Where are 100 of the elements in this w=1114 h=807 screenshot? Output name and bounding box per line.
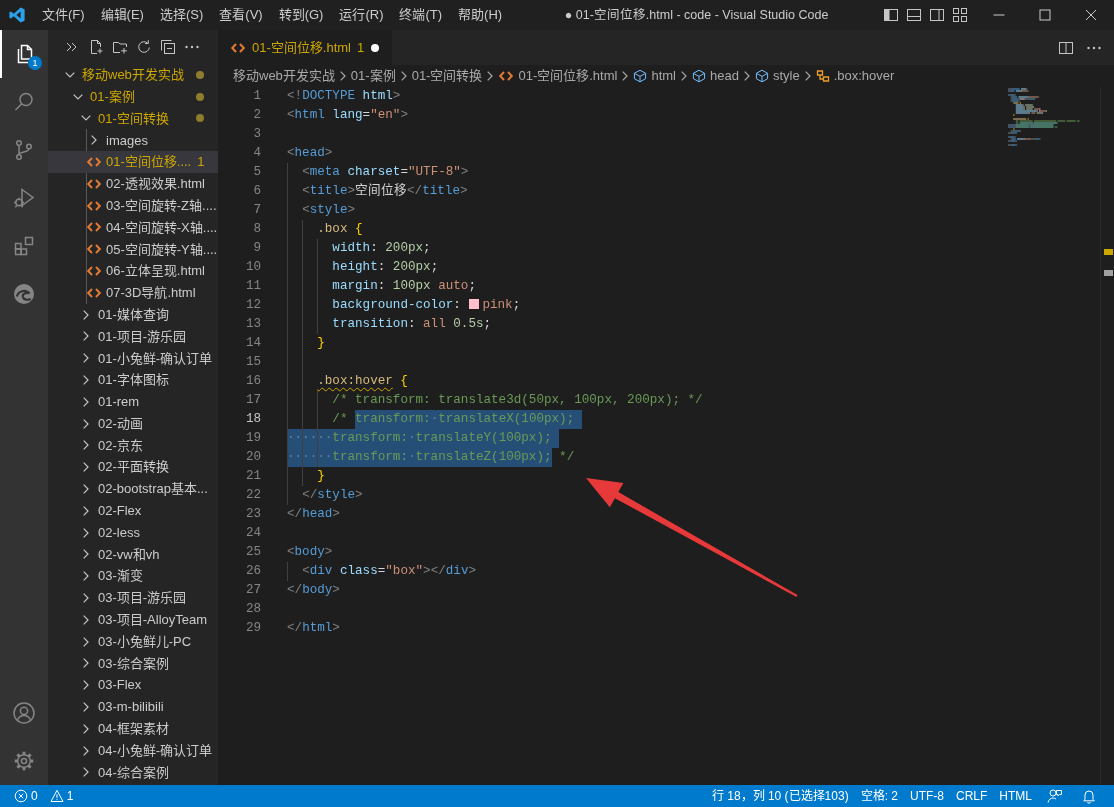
code-file-icon	[86, 265, 102, 278]
tree-item[interactable]: 02-动画	[48, 412, 218, 435]
new-file-icon[interactable]	[88, 39, 104, 55]
code-text: <title>空间位移</title>	[302, 184, 468, 198]
new-folder-icon[interactable]	[112, 39, 128, 55]
errors-indicator[interactable]: 0	[8, 785, 44, 807]
breadcrumb-item[interactable]: .box:hover	[815, 66, 895, 86]
breadcrumb-item[interactable]: 01-案例	[350, 66, 396, 86]
menu-item[interactable]: 转到(G)	[270, 0, 332, 30]
line-number: 21	[244, 468, 261, 485]
editor-tab[interactable]: 01-空间位移.html 1	[218, 30, 393, 65]
tree-item[interactable]: 03-Flex	[48, 674, 218, 697]
line-number: 9	[252, 240, 261, 257]
breadcrumb-item[interactable]: style	[754, 66, 800, 86]
sidebar-right-icon[interactable]	[929, 7, 945, 23]
tree-item[interactable]: 01-案例	[48, 85, 218, 108]
tree-item[interactable]: 02-less	[48, 521, 218, 544]
bell-icon[interactable]	[1081, 788, 1097, 804]
tree-item[interactable]: 02-bootstrap基本...	[48, 478, 218, 500]
tree-item[interactable]: 04-空间旋转-X轴....	[48, 216, 218, 239]
line-number: 20	[244, 449, 261, 466]
indentation-setting[interactable]: 空格: 2	[854, 785, 904, 807]
menu-item[interactable]: 查看(V)	[211, 0, 271, 30]
tree-item[interactable]: 01-小兔鲜-确认订单	[48, 347, 218, 370]
menu-item[interactable]: 编辑(E)	[92, 0, 152, 30]
tree-item[interactable]: 01-空间转换	[48, 107, 218, 130]
tree-item[interactable]: 03-空间旋转-Z轴....	[48, 194, 218, 217]
tree-item[interactable]: 01-空间位移.... 1	[48, 151, 218, 173]
play-bug-icon[interactable]	[12, 186, 36, 210]
menu-item[interactable]: 终端(T)	[391, 0, 451, 30]
blocks-icon[interactable]	[12, 234, 36, 258]
code-text: </html>	[287, 621, 340, 635]
chevron-right-icon	[743, 71, 750, 81]
tree-item[interactable]: 04-小兔鲜-确认订单	[48, 739, 218, 762]
breadcrumb-item[interactable]: html	[633, 66, 676, 86]
code-text: /*	[332, 412, 349, 426]
tree-item[interactable]: 01-字体图标	[48, 369, 218, 391]
panel-bottom-icon[interactable]	[906, 7, 922, 23]
tree-item[interactable]: 01-rem	[48, 390, 218, 413]
line-ending[interactable]: CRLF	[950, 785, 994, 807]
tree-item[interactable]: 02-京东	[48, 434, 218, 457]
menu-item[interactable]: 运行(R)	[331, 0, 392, 30]
unsaved-dot-icon[interactable]	[370, 42, 381, 53]
tree-item[interactable]: 02-Flex	[48, 499, 218, 522]
chevron-right-icon	[681, 71, 687, 81]
code-text: <style>	[302, 203, 356, 217]
tree-item[interactable]: 03-综合案例	[48, 652, 218, 675]
menu-item[interactable]: 帮助(H)	[450, 0, 511, 30]
tree-item[interactable]: 03-项目-游乐园	[48, 587, 218, 609]
tree-item[interactable]: 03-项目-AlloyTeam	[48, 608, 218, 631]
tree-item[interactable]: 02-平面转换	[48, 456, 218, 479]
code-text: height: 200px;	[332, 260, 439, 274]
tree-item[interactable]: 01-媒体查询	[48, 303, 218, 326]
cube-icon	[754, 69, 769, 83]
line-number: 24	[244, 525, 261, 542]
tree-item[interactable]: 03-渐变	[48, 565, 218, 588]
maximize-icon[interactable]	[1039, 9, 1051, 21]
collapse-all-icon[interactable]	[160, 39, 176, 55]
swirl-icon[interactable]	[12, 282, 36, 306]
window-title: ● 01-空间位移.html - code - Visual Studio Code	[563, 6, 830, 24]
tree-item[interactable]: 05-空间旋转-Y轴....	[48, 238, 218, 261]
breadcrumb-item[interactable]: head	[692, 66, 739, 86]
warnings-indicator[interactable]: 1	[43, 785, 80, 807]
tree-item[interactable]: 06-立体呈现.html	[48, 260, 218, 282]
encoding[interactable]: UTF-8	[904, 785, 950, 807]
language-mode[interactable]: HTML	[993, 785, 1038, 807]
tree-item[interactable]: 02-vw和vh	[48, 543, 218, 566]
breadcrumb-item[interactable]: 移动web开发实战	[233, 66, 335, 86]
tree-item[interactable]: 03-m-bilibili	[48, 696, 218, 718]
status-dot-icon	[196, 70, 204, 79]
tree-item[interactable]: 03-小兔鲜儿-PC	[48, 630, 218, 653]
menu-item[interactable]: 选择(S)	[151, 0, 212, 30]
close-icon[interactable]	[1085, 9, 1097, 21]
layout-grid-icon[interactable]	[952, 7, 968, 23]
code-text: </style>	[302, 488, 363, 502]
tree-item[interactable]: 07-3D导航.html	[48, 281, 218, 304]
tree-item[interactable]: images	[48, 129, 218, 152]
problem-count: 1	[196, 153, 205, 172]
breadcrumb-item[interactable]: 01-空间转换	[411, 66, 483, 86]
line-number: 3	[252, 126, 261, 143]
settings-icon[interactable]	[12, 749, 36, 773]
tree-item[interactable]: 02-透视效果.html	[48, 173, 218, 195]
line-number: 14	[244, 335, 261, 352]
split-editor-icon[interactable]	[1058, 39, 1074, 56]
refresh-icon[interactable]	[136, 39, 152, 55]
breadcrumb-item[interactable]: 01-空间位移.html	[498, 66, 618, 86]
tree-item[interactable]: 04-框架素材	[48, 717, 218, 740]
code-text: */	[558, 450, 575, 464]
code-text: }	[317, 336, 325, 350]
menu-item[interactable]: 文件(F)	[34, 0, 93, 30]
line-number: 5	[252, 164, 261, 181]
tree-item[interactable]: 04-综合案例	[48, 761, 218, 784]
sidebar-left-icon[interactable]	[883, 7, 899, 23]
line-number: 23	[244, 506, 261, 523]
account-icon[interactable]	[12, 701, 36, 725]
tree-item[interactable]: 移动web开发实战	[48, 64, 218, 86]
code-text: <body>	[287, 545, 333, 559]
tree-item[interactable]: 01-项目-游乐园	[48, 325, 218, 348]
feedback-icon[interactable]	[1047, 788, 1063, 804]
cursor-position[interactable]: 行 18，列 10 (已选择103)	[705, 785, 855, 807]
